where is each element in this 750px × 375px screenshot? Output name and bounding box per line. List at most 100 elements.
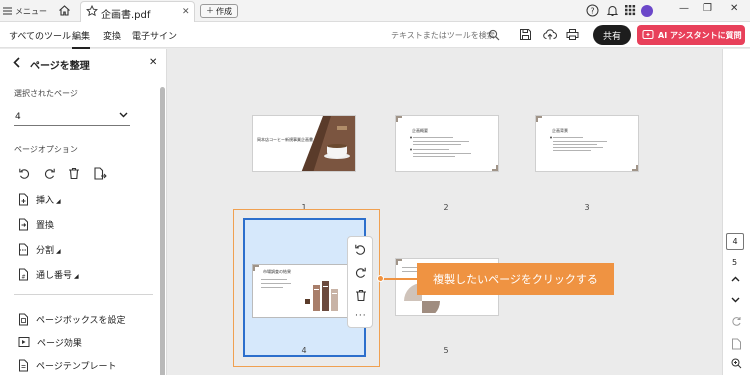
page-4-title: 市場調査の結果 [263, 269, 291, 274]
page-thumbnail-1[interactable]: 岡本店コーヒー新規事業企画書 [252, 115, 356, 172]
search-icon[interactable] [488, 29, 500, 41]
restore-icon[interactable]: ❐ [703, 3, 712, 14]
tab-title: 企画書.pdf [101, 10, 151, 21]
text-lines-graphic [410, 136, 471, 157]
page-3-title: 企画背景 [552, 128, 568, 133]
page-number-5: 5 [443, 346, 449, 355]
expand-corner-icon: ◢ [56, 198, 61, 205]
rotate-right-icon[interactable] [354, 266, 367, 279]
zoom-in-icon[interactable] [731, 358, 742, 369]
replace-item[interactable]: 置換 [18, 217, 54, 231]
insert-item[interactable]: 挿入 ◢ [18, 192, 61, 206]
page-2-title: 企画概要 [412, 128, 428, 133]
text-lines-graphic [550, 136, 607, 151]
svg-text:#: # [21, 274, 25, 280]
page-thumbnail-3[interactable]: 企画背景 [535, 115, 639, 172]
current-page-input[interactable]: 4 [726, 233, 744, 250]
corner-decoration [396, 116, 402, 122]
numbering-icon: # [18, 268, 29, 281]
page-options-label: ページオプション [14, 145, 78, 154]
insert-label: 挿入 [36, 195, 55, 206]
callout-anchor-dot [377, 275, 384, 282]
corner-decoration [536, 116, 542, 122]
page-template-item[interactable]: ページテンプレート [18, 358, 117, 372]
help-icon[interactable]: ? [586, 4, 600, 18]
create-button[interactable]: ＋ 作成 [200, 4, 238, 18]
rotate-right-icon[interactable] [43, 167, 56, 180]
menu-all-tools[interactable]: すべてのツール [9, 29, 71, 42]
print-icon[interactable] [566, 28, 579, 41]
split-item[interactable]: 分割 ◢ [18, 242, 61, 256]
page-number-3: 3 [584, 203, 590, 212]
menu-convert[interactable]: 変換 [103, 29, 121, 42]
minimize-icon[interactable]: — [679, 3, 689, 14]
page-number-4: 4 [301, 346, 307, 355]
trash-icon[interactable] [355, 289, 367, 302]
page-effect-icon [18, 336, 30, 348]
page-fit-icon[interactable] [731, 338, 742, 350]
ai-assistant-button[interactable]: AI アシスタントに質問 [637, 25, 745, 45]
rotate-left-icon[interactable] [18, 167, 31, 180]
split-label: 分割 [36, 245, 55, 256]
corner-decoration [492, 165, 498, 171]
share-button[interactable]: 共有 [593, 25, 631, 45]
page-box-label: ページボックスを設定 [36, 315, 126, 326]
avatar[interactable] [641, 5, 653, 17]
svg-text:?: ? [590, 6, 594, 15]
page-thumbnail-4[interactable]: 市場調査の結果 [252, 264, 356, 318]
refresh-icon[interactable] [731, 316, 742, 327]
cloud-upload-icon[interactable] [543, 28, 557, 41]
numbering-label: 通し番号 [36, 270, 73, 281]
search-input[interactable]: テキストまたはツールを検索 [391, 30, 495, 41]
page-box-item[interactable]: ページボックスを設定 [18, 312, 126, 326]
instruction-callout: 複製したいページをクリックする [417, 263, 614, 295]
expand-corner-icon: ◢ [74, 273, 79, 280]
page-thumbnail-2[interactable]: 企画概要 [395, 115, 499, 172]
tab-close-icon[interactable]: ✕ [182, 7, 190, 17]
page-number-2: 2 [443, 203, 449, 212]
chevron-up-icon[interactable] [731, 276, 740, 282]
trash-icon[interactable] [68, 167, 80, 180]
create-label: 作成 [216, 6, 232, 16]
ai-sparkle-icon [642, 29, 654, 41]
replace-label: 置換 [36, 220, 55, 231]
insert-page-icon [18, 193, 29, 206]
chevron-down-icon[interactable] [119, 112, 128, 118]
panel-title: ページを整理 [30, 61, 90, 72]
panel-divider [14, 294, 153, 295]
home-button[interactable] [58, 4, 72, 18]
window-close-icon[interactable]: ✕ [730, 3, 738, 14]
menu-esign[interactable]: 電子サイン [132, 29, 177, 42]
replace-page-icon [18, 218, 29, 231]
menu-label: メニュー [15, 6, 47, 16]
document-tab[interactable]: 企画書.pdf ✕ [80, 1, 195, 22]
save-icon[interactable] [519, 28, 532, 41]
menu-button[interactable]: メニュー [3, 4, 47, 18]
bell-icon[interactable] [606, 4, 620, 18]
split-icon [18, 243, 29, 256]
total-pages: 5 [732, 258, 738, 267]
callout-connector [380, 278, 418, 280]
cover-slide-graphic [253, 116, 355, 171]
hamburger-icon [3, 7, 12, 15]
rotate-left-icon[interactable] [354, 243, 367, 256]
apps-grid-icon[interactable] [624, 4, 638, 18]
panel-scrollbar[interactable] [160, 87, 165, 375]
corner-decoration [253, 265, 259, 271]
numbering-item[interactable]: # 通し番号 ◢ [18, 267, 79, 281]
more-options-icon[interactable]: ··· [355, 311, 367, 321]
page-action-toolbar: ··· [347, 236, 373, 328]
corner-decoration [632, 165, 638, 171]
extract-page-icon[interactable] [93, 167, 107, 180]
selected-pages-dropdown[interactable]: 4 [15, 112, 21, 122]
organize-pages-panel: ページを整理 ✕ 選択されたページ 4 ページオプション 挿入 ◢ 置換 分割 … [0, 49, 167, 375]
page-effect-item[interactable]: ページ効果 [18, 335, 82, 349]
plus-icon: ＋ [206, 6, 214, 15]
selected-pages-label: 選択されたページ [14, 89, 78, 98]
back-chevron-icon[interactable] [12, 57, 21, 68]
panel-close-icon[interactable]: ✕ [149, 57, 157, 68]
menu-edit[interactable]: 編集 [72, 29, 91, 49]
chevron-down-icon[interactable] [731, 297, 740, 303]
page-template-label: ページテンプレート [36, 361, 117, 372]
star-icon[interactable] [86, 5, 98, 17]
